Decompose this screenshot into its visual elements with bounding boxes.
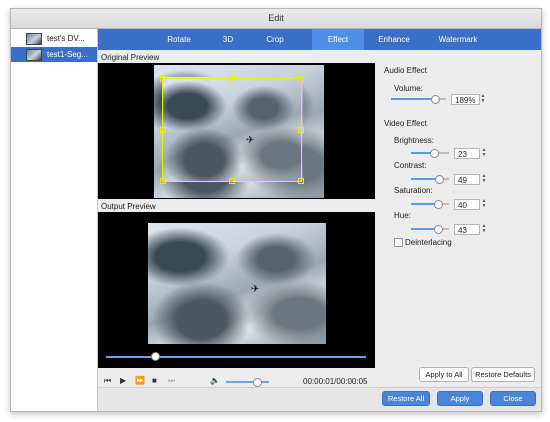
output-preview: ✈: [98, 212, 375, 368]
tab-watermark[interactable]: Watermark: [428, 29, 488, 50]
output-video-frame: [148, 223, 326, 344]
volume-slider[interactable]: [226, 381, 269, 383]
tab-effect[interactable]: Effect: [312, 29, 364, 50]
restore-all-button[interactable]: Restore All: [382, 391, 430, 406]
hue-value[interactable]: 43: [454, 224, 480, 235]
original-preview-label: Original Preview: [101, 53, 160, 62]
output-preview-label: Output Preview: [101, 202, 156, 211]
fast-forward-icon[interactable]: ⏩: [135, 376, 145, 385]
saturation-value[interactable]: 40: [454, 199, 480, 210]
brightness-stepper[interactable]: ▲ ▼: [481, 148, 487, 159]
skip-back-icon[interactable]: ⏮: [104, 376, 111, 386]
volume-value[interactable]: 189%: [451, 94, 480, 105]
apply-button[interactable]: Apply: [437, 391, 483, 406]
contrast-value[interactable]: 49: [454, 174, 480, 185]
close-button[interactable]: Close: [490, 391, 536, 406]
saturation-stepper[interactable]: ▲ ▼: [481, 199, 487, 210]
contrast-label: Contrast:: [394, 161, 427, 170]
tab-3d[interactable]: 3D: [210, 29, 246, 50]
edit-window: Edit test's DV... test1-Seg... Rotate 3D…: [10, 8, 542, 412]
saturation-handle[interactable]: [434, 200, 443, 209]
file-item[interactable]: test's DV...: [11, 31, 97, 46]
original-preview: ✈: [98, 63, 375, 199]
speaker-icon[interactable]: 🔈: [210, 376, 220, 385]
brightness-value[interactable]: 23: [454, 148, 480, 159]
crop-handle[interactable]: [160, 178, 166, 184]
audio-volume-handle[interactable]: [431, 95, 440, 104]
helicopter-icon: ✈: [251, 284, 260, 295]
crop-handle[interactable]: [298, 76, 304, 82]
audio-volume-fill: [391, 98, 435, 100]
file-name: test's DV...: [47, 34, 85, 43]
tab-enhance[interactable]: Enhance: [368, 29, 420, 50]
file-name: test1-Seg...: [47, 50, 88, 59]
crop-handle[interactable]: [160, 76, 166, 82]
hue-stepper[interactable]: ▲ ▼: [481, 224, 487, 235]
tab-crop[interactable]: Crop: [255, 29, 295, 50]
crop-handle[interactable]: [229, 76, 235, 82]
volume-handle[interactable]: [253, 378, 262, 387]
deinterlacing-label: Deinterlacing: [405, 238, 452, 247]
apply-to-all-button[interactable]: Apply to All: [419, 367, 469, 382]
tab-rotate[interactable]: Rotate: [154, 29, 204, 50]
title-bar[interactable]: Edit: [11, 9, 541, 29]
contrast-stepper[interactable]: ▲ ▼: [481, 174, 487, 185]
video-effect-heading: Video Effect: [384, 119, 427, 128]
audio-effect-heading: Audio Effect: [384, 66, 427, 75]
skip-forward-icon[interactable]: ⏭: [168, 376, 175, 386]
file-list: test's DV... test1-Seg...: [11, 29, 98, 411]
crop-handle[interactable]: [298, 127, 304, 133]
restore-defaults-button[interactable]: Restore Defaults: [471, 367, 535, 382]
crop-handle[interactable]: [229, 178, 235, 184]
hue-label: Hue:: [394, 211, 411, 220]
volume-stepper[interactable]: ▲ ▼: [480, 94, 486, 105]
stop-icon[interactable]: ■: [152, 376, 157, 385]
tab-bar: Rotate 3D Crop Effect Enhance Watermark: [98, 29, 541, 50]
seek-bar[interactable]: [106, 356, 366, 358]
video-thumbnail: [26, 49, 42, 61]
crop-handle[interactable]: [160, 127, 166, 133]
brightness-handle[interactable]: [430, 149, 439, 158]
play-icon[interactable]: ▶: [120, 376, 126, 385]
crop-handle[interactable]: [298, 178, 304, 184]
hue-handle[interactable]: [434, 225, 443, 234]
timecode: 00:00:01/00:00:05: [303, 377, 368, 386]
seek-handle[interactable]: [151, 352, 160, 361]
saturation-label: Saturation:: [394, 186, 433, 195]
file-item-selected[interactable]: test1-Seg...: [11, 47, 97, 62]
brightness-label: Brightness:: [394, 136, 435, 145]
window-title: Edit: [268, 13, 284, 23]
crop-frame[interactable]: [162, 78, 302, 182]
volume-label: Volume:: [394, 84, 423, 93]
contrast-handle[interactable]: [435, 175, 444, 184]
video-thumbnail: [26, 33, 42, 45]
deinterlacing-checkbox[interactable]: [394, 238, 403, 247]
